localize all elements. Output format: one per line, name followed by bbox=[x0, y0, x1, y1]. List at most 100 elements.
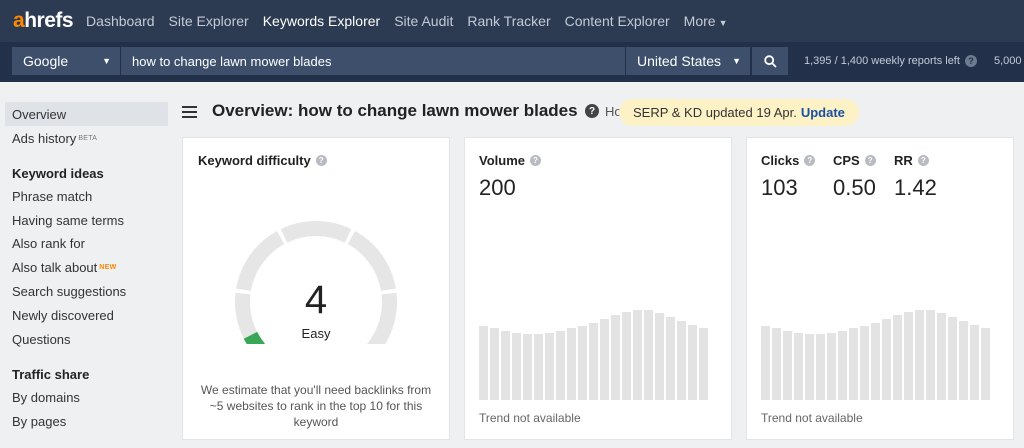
nav-dashboard[interactable]: Dashboard bbox=[79, 13, 162, 29]
sidebar: Overview Ads history BETA Keyword ideas P… bbox=[0, 82, 172, 448]
volume-trend-bars bbox=[479, 298, 708, 400]
sidebar-item-search-suggestions[interactable]: Search suggestions bbox=[5, 279, 168, 303]
trend-bar bbox=[970, 325, 979, 400]
trend-bar bbox=[981, 328, 990, 400]
search-button[interactable] bbox=[752, 47, 788, 75]
kd-label: Keyword difficulty? bbox=[198, 153, 327, 168]
caret-down-icon: ▼ bbox=[718, 18, 728, 28]
search-bar: Google ▼ United States ▼ 1,395 / 1,400 w… bbox=[0, 42, 1024, 82]
trend-bar bbox=[772, 328, 781, 400]
trend-bar bbox=[644, 310, 653, 400]
nav-site-audit[interactable]: Site Audit bbox=[387, 13, 460, 29]
country-select[interactable]: United States ▼ bbox=[626, 47, 750, 75]
trend-bar bbox=[567, 328, 576, 400]
nav-keywords-explorer[interactable]: Keywords Explorer bbox=[256, 13, 388, 29]
trend-bar bbox=[893, 315, 902, 400]
trend-bar bbox=[937, 313, 946, 400]
trend-bar bbox=[578, 326, 587, 400]
trend-bar bbox=[655, 313, 664, 400]
sidebar-item-by-pages[interactable]: By pages bbox=[5, 409, 168, 433]
top-nav: ahrefs Dashboard Site Explorer Keywords … bbox=[0, 0, 1024, 42]
trend-bar bbox=[633, 310, 642, 400]
trend-bar bbox=[959, 321, 968, 400]
new-badge: NEW bbox=[99, 263, 117, 271]
trend-bar bbox=[501, 331, 510, 400]
keyword-difficulty-card: Keyword difficulty? 4 Easy We estimate t… bbox=[182, 137, 450, 440]
reports-quota: 5,000 bbox=[994, 55, 1022, 67]
help-icon[interactable]: ? bbox=[585, 104, 599, 118]
search-icon bbox=[763, 54, 777, 68]
sidebar-item-ads-history[interactable]: Ads history BETA bbox=[5, 126, 168, 150]
sidebar-heading-traffic-share: Traffic share bbox=[12, 366, 90, 382]
trend-bar bbox=[512, 333, 521, 400]
trend-bar bbox=[805, 334, 814, 400]
help-icon[interactable]: ? bbox=[315, 155, 327, 166]
trend-bar bbox=[589, 323, 598, 400]
caret-down-icon: ▼ bbox=[732, 56, 741, 66]
trend-bar bbox=[611, 315, 620, 400]
trend-bar bbox=[622, 312, 631, 400]
clicks-card: Clicks? CPS? RR? 103 0.50 1.42 Trend not… bbox=[746, 137, 1014, 440]
trend-bar bbox=[827, 333, 836, 400]
trend-bar bbox=[882, 319, 891, 400]
sidebar-item-by-domains[interactable]: By domains bbox=[5, 385, 168, 409]
beta-badge: BETA bbox=[78, 134, 98, 142]
ahrefs-logo[interactable]: ahrefs bbox=[13, 9, 74, 33]
nav-site-explorer[interactable]: Site Explorer bbox=[162, 13, 256, 29]
nav-rank-tracker[interactable]: Rank Tracker bbox=[460, 13, 557, 29]
volume-label: Volume? bbox=[479, 153, 541, 168]
trend-bar bbox=[534, 334, 543, 400]
sidebar-item-also-talk-about[interactable]: Also talk about NEW bbox=[5, 255, 168, 279]
nav-more[interactable]: More ▼ bbox=[677, 13, 735, 29]
rr-value: 1.42 bbox=[894, 175, 937, 200]
help-icon[interactable]: ? bbox=[964, 55, 977, 67]
trend-bar bbox=[783, 331, 792, 400]
kd-rating: Easy bbox=[301, 326, 331, 341]
help-icon[interactable]: ? bbox=[864, 155, 876, 166]
help-icon[interactable]: ? bbox=[530, 155, 541, 166]
trend-bar bbox=[860, 326, 869, 400]
cps-label: CPS? bbox=[833, 153, 876, 168]
sidebar-item-same-terms[interactable]: Having same terms bbox=[5, 208, 168, 232]
caret-down-icon: ▼ bbox=[102, 56, 111, 66]
sidebar-item-newly-discovered[interactable]: Newly discovered bbox=[5, 303, 168, 327]
trend-bar bbox=[523, 334, 532, 400]
trend-bar bbox=[948, 317, 957, 400]
clicks-label: Clicks? bbox=[761, 153, 816, 168]
trend-bar bbox=[816, 334, 825, 400]
trend-bar bbox=[699, 328, 708, 400]
help-icon[interactable]: ? bbox=[917, 155, 929, 166]
clicks-trend-bars bbox=[761, 298, 990, 400]
volume-trend-note: Trend not available bbox=[479, 411, 581, 425]
cps-value: 0.50 bbox=[833, 175, 876, 200]
main-nav: Dashboard Site Explorer Keywords Explore… bbox=[79, 13, 734, 29]
page-title: Overview: how to change lawn mower blade… bbox=[212, 101, 578, 120]
trend-bar bbox=[479, 326, 488, 400]
sidebar-item-overview[interactable]: Overview bbox=[5, 102, 168, 126]
trend-bar bbox=[490, 328, 499, 400]
kd-note: We estimate that you'll need backlinks f… bbox=[200, 383, 432, 429]
trend-bar bbox=[666, 317, 675, 400]
trend-bar bbox=[904, 312, 913, 400]
trend-bar bbox=[926, 310, 935, 400]
nav-content-explorer[interactable]: Content Explorer bbox=[558, 13, 677, 29]
sidebar-item-also-rank-for[interactable]: Also rank for bbox=[5, 231, 168, 255]
keyword-input[interactable] bbox=[121, 47, 625, 75]
hamburger-menu-icon[interactable] bbox=[182, 106, 197, 121]
sidebar-item-questions[interactable]: Questions bbox=[5, 327, 168, 351]
trend-bar bbox=[915, 310, 924, 400]
update-link[interactable]: Update bbox=[801, 105, 845, 120]
sidebar-heading-keyword-ideas: Keyword ideas bbox=[12, 165, 104, 181]
help-icon[interactable]: ? bbox=[804, 155, 816, 166]
search-engine-select[interactable]: Google ▼ bbox=[12, 47, 120, 75]
rr-label: RR? bbox=[894, 153, 929, 168]
update-banner: SERP & KD updated 19 Apr. Update bbox=[619, 99, 859, 126]
volume-value: 200 bbox=[479, 175, 516, 200]
sidebar-item-phrase-match[interactable]: Phrase match bbox=[5, 184, 168, 208]
trend-bar bbox=[600, 319, 609, 400]
trend-bar bbox=[545, 333, 554, 400]
trend-bar bbox=[838, 331, 847, 400]
clicks-trend-note: Trend not available bbox=[761, 411, 863, 425]
trend-bar bbox=[688, 325, 697, 400]
clicks-value: 103 bbox=[761, 175, 798, 200]
